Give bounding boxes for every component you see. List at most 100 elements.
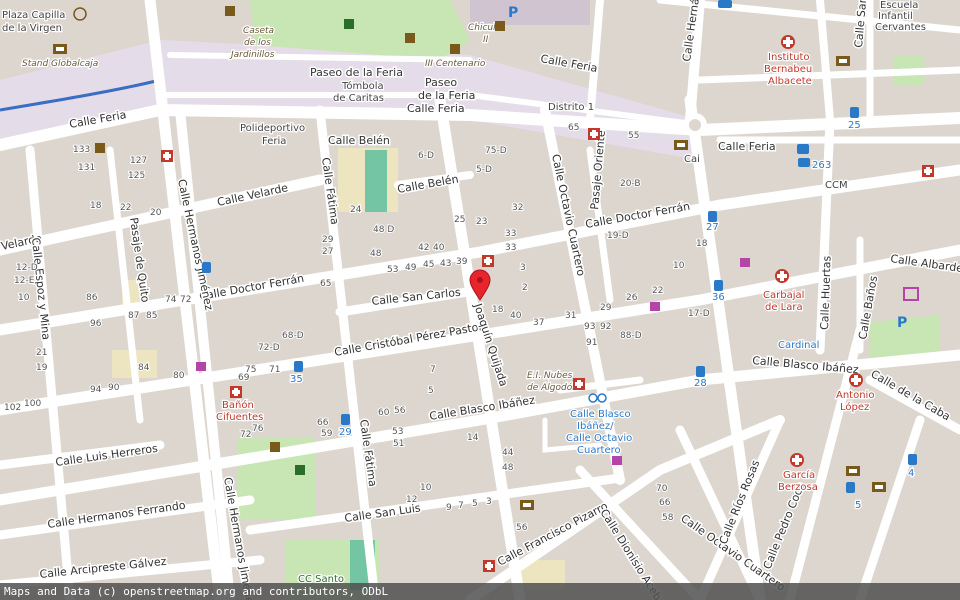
house-number: 9: [446, 503, 452, 513]
bus-stop-label: 27: [706, 222, 719, 233]
poi-escuela-1: Escuela: [880, 0, 918, 11]
house-number: 100: [24, 399, 41, 409]
cafe-icon: [450, 44, 460, 54]
street-label-paseo-2: de la Feria: [418, 89, 475, 102]
house-number: 84: [138, 363, 150, 373]
poi-antonio-2: López: [840, 401, 869, 413]
street-label-paseo-1: Paseo: [425, 76, 457, 89]
house-number: 3: [486, 497, 492, 507]
poi-escuela-3: Cervantes: [875, 22, 926, 33]
poi-bicing-2: Ibáñez/: [577, 420, 614, 432]
shopping-icon: [740, 258, 750, 267]
svg-text:P: P: [508, 5, 518, 21]
house-number: 92: [600, 322, 611, 332]
house-number: 85: [146, 311, 157, 321]
bus-stop-label: 25: [848, 120, 861, 131]
house-number: 40: [433, 243, 445, 253]
bus-stop-label: 28: [694, 378, 707, 389]
house-number: 68-D: [282, 331, 304, 341]
poi-garcia-1: García: [783, 469, 815, 481]
house-number: 7: [430, 365, 436, 375]
house-number: 27: [322, 247, 333, 257]
house-number: 24: [350, 205, 362, 215]
house-number: 90: [108, 383, 120, 393]
house-number: 43: [440, 259, 451, 269]
poi-caseta-1: Caseta: [243, 26, 274, 36]
hospital-icon: [781, 35, 795, 49]
bank-icon: [53, 44, 67, 54]
poi-antonio-1: Antonio: [836, 390, 874, 401]
shopping-icon: [650, 302, 660, 311]
bus-icon: [202, 262, 211, 273]
house-number: 12: [406, 495, 417, 505]
health-icon: [482, 255, 494, 267]
bus-stop-label: 35: [290, 374, 303, 385]
poi-nubes-1: E.I. Nubes: [527, 371, 573, 381]
house-number: 59: [321, 429, 333, 439]
house-number: 14: [467, 433, 479, 443]
bank-icon: [674, 140, 688, 150]
house-number: 2: [522, 283, 528, 293]
house-number: 58: [662, 513, 674, 523]
house-number: 29: [600, 303, 612, 313]
hospital-icon: [775, 269, 789, 283]
poi-ccm: CCM: [825, 180, 848, 191]
house-number: 48: [370, 249, 382, 259]
house-number: 22: [120, 203, 131, 213]
house-number: 23: [476, 217, 487, 227]
hospital-icon: [849, 373, 863, 387]
house-number: 22: [652, 286, 663, 296]
poi-polideportivo-2: Feria: [262, 136, 286, 147]
house-number: 18: [492, 305, 504, 315]
poi-escuela-2: Infantil: [878, 11, 913, 22]
poi-bicing-1: Calle Blasco: [570, 409, 631, 420]
house-number: 102: [4, 403, 21, 413]
house-number: 88-D: [620, 331, 642, 341]
health-icon: [922, 165, 934, 177]
bus-icon: [718, 0, 732, 8]
house-number: 75-D: [485, 146, 507, 156]
house-number: 48 D: [373, 225, 394, 235]
street-label-calle-feria-center: Calle Feria: [407, 102, 465, 115]
house-number: 72: [240, 430, 251, 440]
bus-stop-label: 36: [712, 292, 725, 303]
house-number: 10: [673, 261, 685, 271]
house-number: 10: [18, 293, 30, 303]
poi-tombola-1: Tómbola: [341, 80, 384, 92]
taxi-icon: [798, 158, 810, 167]
house-number: 45: [423, 260, 434, 270]
bank-icon: [872, 482, 886, 492]
house-number: 18: [90, 201, 102, 211]
house-number: 33: [505, 243, 516, 253]
svg-text:P: P: [897, 315, 907, 331]
house-number: 12-E: [14, 276, 35, 286]
poi-tombola-2: de Caritas: [333, 93, 384, 104]
house-number: 65: [320, 279, 331, 289]
house-number: 55: [628, 131, 639, 141]
house-number: 66: [317, 418, 329, 428]
house-number: 5: [428, 386, 434, 396]
house-number: 86: [86, 293, 98, 303]
poi-plaza-capilla-2: de la Virgen: [2, 23, 62, 34]
bus-icon: [846, 482, 855, 493]
street-label-paseo-feria: Paseo de la Feria: [310, 66, 403, 79]
bank-icon: [836, 56, 850, 66]
bus-icon: [714, 280, 723, 291]
map-attribution: Maps and Data (c) openstreetmap.org and …: [0, 583, 960, 600]
poi-instituto-1: Instituto: [768, 52, 810, 63]
house-number: 10: [420, 483, 432, 493]
house-number: 131: [78, 163, 95, 173]
poi-chiculo-2: II: [483, 35, 489, 45]
street-label-calle-belen-1: Calle Belén: [328, 134, 390, 147]
fair-area-top: [470, 0, 590, 25]
health-icon: [573, 378, 585, 390]
house-number: 29: [322, 235, 334, 245]
poi-cardinal: Cardinal: [778, 340, 819, 351]
map-canvas[interactable]: Calle Feria Calle Feria Calle Feria Call…: [0, 0, 960, 600]
health-icon: [230, 386, 242, 398]
toilets-icon: [344, 19, 354, 29]
street-label-calle-feria-e: Calle Feria: [718, 140, 776, 153]
house-number: 49: [405, 263, 417, 273]
house-number: 3: [520, 263, 526, 273]
house-number: 40: [510, 311, 522, 321]
